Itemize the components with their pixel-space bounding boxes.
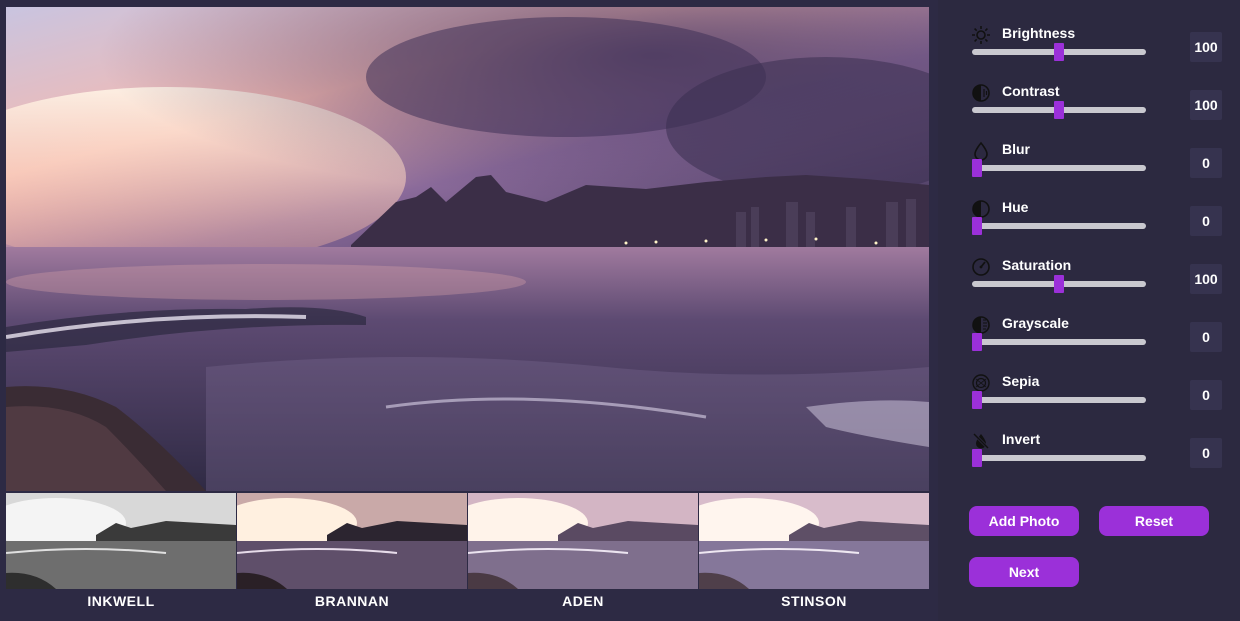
invert-value: 0 — [1190, 438, 1222, 468]
contrast-slider[interactable] — [972, 101, 1146, 119]
grayscale-slider[interactable] — [972, 333, 1146, 351]
contrast-label: Contrast — [1002, 83, 1060, 99]
filter-thumb-aden[interactable] — [468, 493, 698, 589]
brightness-slider-thumb[interactable] — [1054, 43, 1064, 61]
main-photo — [6, 7, 929, 491]
control-blur: Blur 0 — [970, 140, 1222, 190]
grayscale-label: Grayscale — [1002, 315, 1069, 331]
filter-label-brannan: BRANNAN — [314, 593, 390, 609]
adjustments-panel: Brightness 100 Contrast 100 Blur 0 Hue 0… — [938, 0, 1240, 621]
control-invert: Invert 0 — [970, 430, 1222, 480]
contrast-slider-thumb[interactable] — [1054, 101, 1064, 119]
hue-label: Hue — [1002, 199, 1029, 215]
saturation-slider[interactable] — [972, 275, 1146, 293]
saturation-value: 100 — [1190, 264, 1222, 294]
sepia-slider-thumb[interactable] — [972, 391, 982, 409]
brightness-label: Brightness — [1002, 25, 1076, 41]
filter-thumbnails: INKWELL BRANNAN ADEN STINSON — [6, 493, 929, 621]
invert-slider[interactable] — [972, 449, 1146, 467]
blur-value: 0 — [1190, 148, 1222, 178]
filter-label-aden: ADEN — [562, 593, 604, 609]
brightness-icon — [970, 24, 992, 46]
filter-label-stinson: STINSON — [781, 593, 847, 609]
saturation-gauge-icon — [970, 256, 992, 278]
control-grayscale: Grayscale 0 — [970, 314, 1222, 364]
add-photo-button[interactable]: Add Photo — [969, 506, 1079, 536]
control-contrast: Contrast 100 — [970, 82, 1222, 132]
control-hue: Hue 0 — [970, 198, 1222, 248]
hue-slider[interactable] — [972, 217, 1146, 235]
image-editor-area: INKWELL BRANNAN ADEN STINSON — [0, 0, 937, 621]
control-brightness: Brightness 100 — [970, 24, 1222, 74]
contrast-icon — [970, 82, 992, 104]
control-sepia: Sepia 0 — [970, 372, 1222, 422]
saturation-label: Saturation — [1002, 257, 1072, 273]
grayscale-value: 0 — [1190, 322, 1222, 352]
filter-thumb-inkwell[interactable] — [6, 493, 236, 589]
invert-slider-thumb[interactable] — [972, 449, 982, 467]
grayscale-slider-thumb[interactable] — [972, 333, 982, 351]
brightness-value: 100 — [1190, 32, 1222, 62]
filter-thumb-brannan[interactable] — [237, 493, 467, 589]
blur-slider[interactable] — [972, 159, 1146, 177]
invert-label: Invert — [1002, 431, 1041, 447]
contrast-value: 100 — [1190, 90, 1222, 120]
saturation-slider-thumb[interactable] — [1054, 275, 1064, 293]
sepia-value: 0 — [1190, 380, 1222, 410]
hue-slider-thumb[interactable] — [972, 217, 982, 235]
hue-value: 0 — [1190, 206, 1222, 236]
brightness-slider[interactable] — [972, 43, 1146, 61]
blur-slider-thumb[interactable] — [972, 159, 982, 177]
sepia-label: Sepia — [1002, 373, 1040, 389]
sepia-slider[interactable] — [972, 391, 1146, 409]
reset-button[interactable]: Reset — [1099, 506, 1209, 536]
filter-label-inkwell: INKWELL — [87, 593, 155, 609]
next-button[interactable]: Next — [969, 557, 1079, 587]
filter-thumb-stinson[interactable] — [699, 493, 929, 589]
blur-label: Blur — [1002, 141, 1030, 157]
control-saturation: Saturation 100 — [970, 256, 1222, 306]
